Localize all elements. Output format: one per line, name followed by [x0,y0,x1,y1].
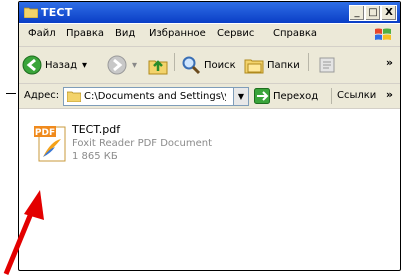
file-size: 1 865 КБ [72,151,118,162]
left-edge-mark [6,93,16,94]
views-button[interactable] [317,51,337,79]
toolbar-separator [308,53,309,71]
minimize-button[interactable]: _ [349,5,365,21]
file-name: TECT.pdf [72,123,121,136]
toolbar-separator [174,53,175,71]
window-title: ТЕСТ [41,6,73,19]
search-icon [182,56,201,75]
red-arrow-annotation [3,190,44,275]
links-chevron[interactable]: » [386,88,393,101]
file-list-pane[interactable]: PDF TECT.pdf Foxit Reader PDF Document 1… [19,109,400,269]
maximize-button[interactable]: □ [365,5,381,21]
folders-icon [244,59,264,74]
search-label: Поиск [204,59,236,71]
menu-view[interactable]: Вид [115,28,135,39]
address-input[interactable]: C:\Documents and Settings\y ▼ [63,87,249,106]
back-button[interactable]: Назад ▾ [22,51,87,79]
menu-favorites[interactable]: Избранное [149,28,206,39]
folder-icon [67,91,81,102]
go-label: Переход [273,90,319,102]
forward-dropdown-icon[interactable]: ▾ [132,60,137,71]
go-button[interactable]: Переход [254,88,318,104]
explorer-window: ТЕСТ _ □ X Файл Правка Вид Избранное Сер… [18,1,401,271]
address-separator [331,88,332,104]
address-bar: Адрес: C:\Documents and Settings\y ▼ Пер… [19,84,400,109]
menu-edit[interactable]: Правка [66,28,104,39]
back-arrow-icon [22,55,42,75]
links-label[interactable]: Ссылки [337,90,376,101]
menu-tools[interactable]: Сервис [217,28,254,39]
menu-help[interactable]: Справка [273,28,317,39]
address-label: Адрес: [24,90,60,101]
file-type: Foxit Reader PDF Document [72,138,213,149]
pdf-file-icon: PDF [34,126,66,162]
address-dropdown-button[interactable]: ▼ [233,88,248,105]
back-dropdown-icon[interactable]: ▾ [82,60,87,71]
menu-bar: Файл Правка Вид Избранное Сервис Справка [19,24,400,47]
folders-label: Папки [267,59,300,71]
folder-icon [24,7,38,18]
up-folder-button[interactable] [147,51,169,79]
standard-toolbar: Назад ▾ ▾ Поиск Папки » [19,47,400,84]
address-value: C:\Documents and Settings\y [84,91,226,102]
forward-button[interactable]: ▾ [107,51,137,79]
up-folder-icon [148,60,168,75]
go-arrow-icon [254,88,270,104]
pdf-icon-text: PDF [35,128,55,138]
menu-file[interactable]: Файл [28,28,56,39]
close-button[interactable]: X [381,5,397,21]
toolbar-chevron[interactable]: » [386,56,393,69]
windows-logo-icon [375,28,391,40]
forward-arrow-icon [107,55,127,75]
back-label: Назад [45,59,78,71]
search-button[interactable]: Поиск [181,51,236,79]
views-icon [319,57,335,73]
title-bar[interactable]: ТЕСТ _ □ X [19,2,400,23]
folders-button[interactable]: Папки [244,51,300,79]
